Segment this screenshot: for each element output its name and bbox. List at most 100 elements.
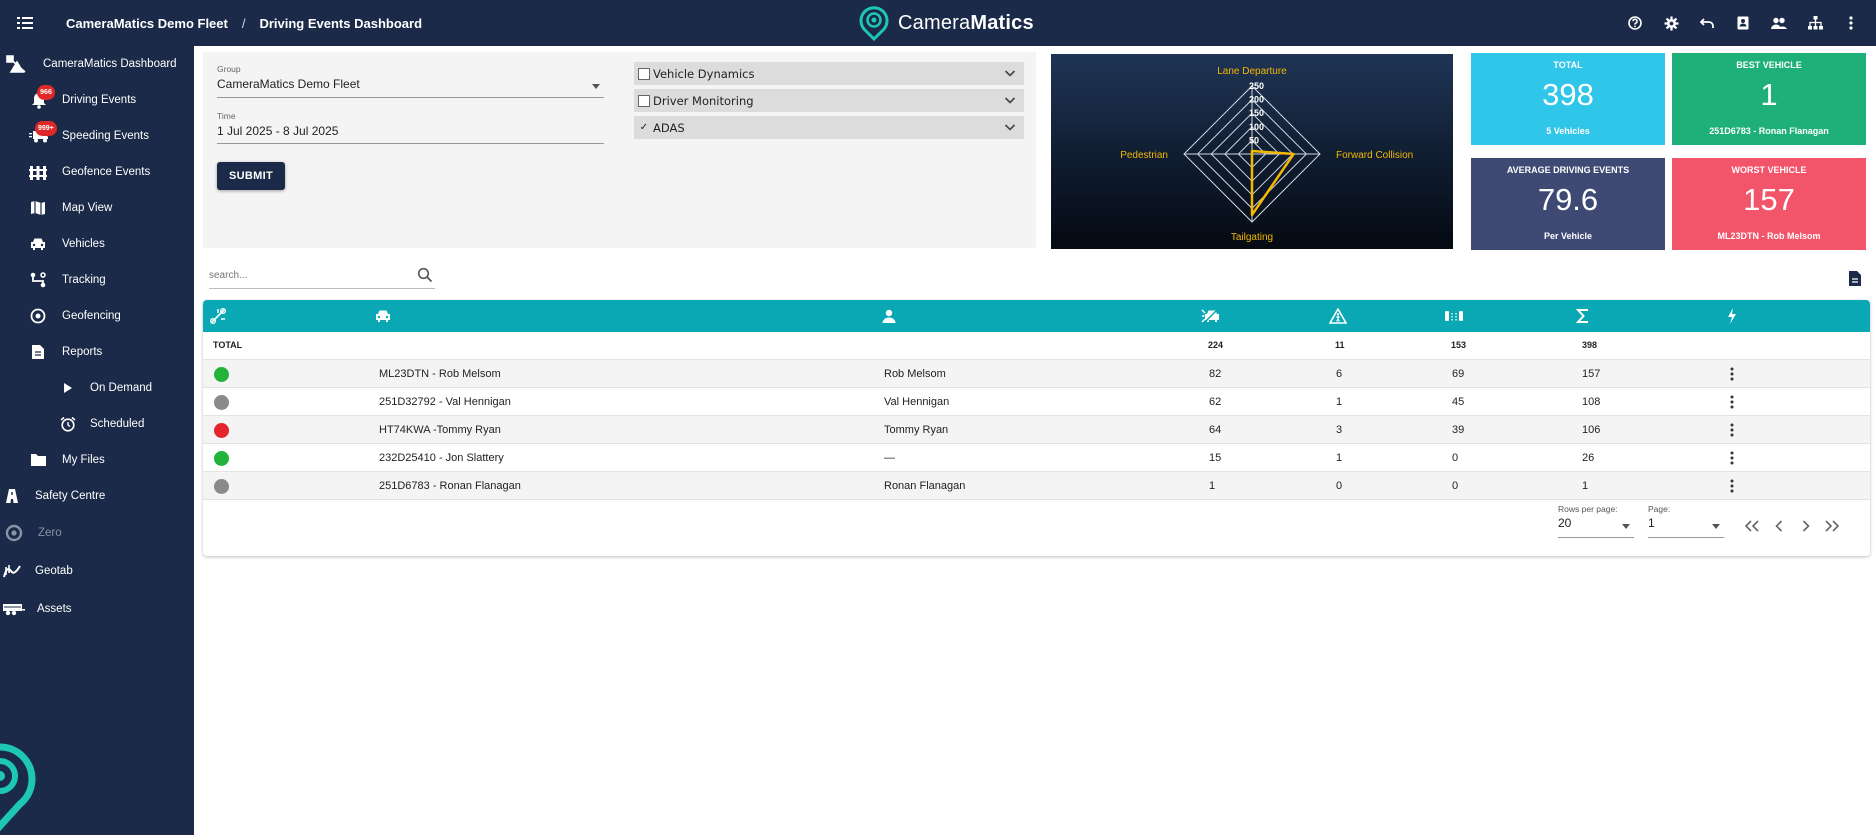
adas-checkbox[interactable]: ✓ bbox=[638, 122, 650, 134]
time-range-field[interactable]: Time 1 Jul 2025 - 8 Jul 2025 bbox=[217, 111, 604, 144]
sidebar-item-label: Geofencing bbox=[62, 310, 121, 322]
table-row[interactable]: 251D32792 - Val Hennigan Val Hennigan 62… bbox=[203, 388, 1870, 416]
group-select[interactable]: Group CameraMatics Demo Fleet bbox=[217, 64, 604, 98]
brand-name-bold: Matics bbox=[970, 11, 1034, 34]
sidebar-item-on-demand[interactable]: On Demand bbox=[0, 373, 194, 403]
lane-departure-icon[interactable] bbox=[1444, 306, 1464, 326]
row-menu-icon[interactable] bbox=[1724, 478, 1740, 494]
vehicle-cell[interactable]: HT74KWA -Tommy Ryan bbox=[379, 424, 501, 436]
forward-collision-cell: 64 bbox=[1209, 424, 1222, 436]
page-select[interactable]: Page: 1 bbox=[1648, 504, 1724, 538]
hierarchy-icon[interactable] bbox=[1800, 8, 1830, 38]
driver-cell: Val Hennigan bbox=[884, 396, 950, 408]
driver-cell: Tommy Ryan bbox=[884, 424, 949, 436]
road-icon bbox=[0, 484, 24, 508]
row-menu-icon[interactable] bbox=[1724, 450, 1740, 466]
tracking-status-icon[interactable] bbox=[208, 306, 228, 326]
driver-icon[interactable] bbox=[879, 306, 899, 326]
events-bolt-icon[interactable] bbox=[1722, 306, 1742, 326]
menu-toggle-icon[interactable] bbox=[0, 0, 50, 46]
sidebar-item-label: Assets bbox=[37, 603, 72, 615]
sidebar-item-speeding-events[interactable]: 999+ Speeding Events bbox=[0, 121, 194, 151]
export-file-icon[interactable] bbox=[1848, 270, 1862, 287]
folder-icon bbox=[26, 448, 50, 472]
table-row[interactable]: 251D6783 - Ronan Flanagan Ronan Flanagan… bbox=[203, 472, 1870, 500]
sidebar-item-my-files[interactable]: My Files bbox=[0, 445, 194, 475]
sidebar-item-assets[interactable]: Assets bbox=[0, 594, 194, 624]
radar-tick-label: 250 bbox=[1249, 81, 1264, 91]
contacts-icon[interactable] bbox=[1728, 8, 1758, 38]
group-value: CameraMatics Demo Fleet bbox=[217, 77, 360, 91]
sidebar-item-reports[interactable]: Reports bbox=[0, 337, 194, 367]
chevron-down-icon[interactable] bbox=[1004, 66, 1016, 80]
sidebar-item-zero[interactable]: Zero bbox=[0, 518, 194, 548]
submit-button[interactable]: SUBMIT bbox=[217, 162, 285, 190]
sidebar-item-tracking[interactable]: Tracking bbox=[0, 265, 194, 295]
sidebar-item-map-view[interactable]: Map View bbox=[0, 193, 194, 223]
dashboard-icon bbox=[4, 52, 28, 76]
chevron-down-icon[interactable] bbox=[1004, 93, 1016, 107]
row-menu-icon[interactable] bbox=[1724, 422, 1740, 438]
vehicle-cell[interactable]: ML23DTN - Rob Melsom bbox=[379, 368, 501, 380]
table-row[interactable]: ML23DTN - Rob Melsom Rob Melsom 82 6 69 … bbox=[203, 360, 1870, 388]
location-target-icon bbox=[26, 304, 50, 328]
sidebar-item-geotab[interactable]: Geotab bbox=[0, 556, 194, 586]
category-vehicle-dynamics[interactable]: Vehicle Dynamics bbox=[634, 62, 1024, 85]
radar-axis-label: Lane Departure bbox=[1217, 66, 1287, 77]
users-icon[interactable] bbox=[1764, 8, 1794, 38]
sidebar-item-label: Geotab bbox=[35, 565, 73, 577]
lane-departure-cell: 0 bbox=[1452, 480, 1459, 492]
radar-tick-label: 150 bbox=[1249, 108, 1264, 118]
sidebar-item-safety-centre[interactable]: Safety Centre bbox=[0, 481, 194, 511]
vehicle-cell[interactable]: 251D6783 - Ronan Flanagan bbox=[379, 480, 521, 492]
chevron-down-icon[interactable] bbox=[1004, 120, 1016, 134]
forward-collision-icon[interactable] bbox=[1201, 306, 1221, 326]
brand-logo: CameraMatics bbox=[858, 4, 1034, 42]
card-subtitle: 251D6783 - Ronan Flanagan bbox=[1709, 126, 1829, 136]
sidebar: CameraMatics Dashboard 966 Driving Event… bbox=[0, 46, 194, 835]
settings-icon[interactable] bbox=[1656, 8, 1686, 38]
sidebar-item-vehicles[interactable]: Vehicles bbox=[0, 229, 194, 259]
trailer-icon bbox=[2, 597, 26, 621]
category-adas[interactable]: ✓ ADAS bbox=[634, 116, 1024, 139]
category-driver-monitoring[interactable]: Driver Monitoring bbox=[634, 89, 1024, 112]
category-label: Vehicle Dynamics bbox=[653, 66, 755, 81]
driver-monitoring-checkbox[interactable] bbox=[638, 94, 650, 107]
status-dot bbox=[214, 395, 229, 410]
search-icon[interactable] bbox=[417, 267, 433, 283]
last-page-icon[interactable] bbox=[1822, 518, 1842, 534]
table-row[interactable]: HT74KWA -Tommy Ryan Tommy Ryan 64 3 39 1… bbox=[203, 416, 1870, 444]
map-icon bbox=[26, 196, 50, 220]
brand-name-light: Camera bbox=[898, 11, 971, 34]
sidebar-item-driving-events[interactable]: 966 Driving Events bbox=[0, 85, 194, 115]
previous-page-icon[interactable] bbox=[1769, 518, 1789, 534]
card-title: BEST VEHICLE bbox=[1736, 60, 1802, 70]
sidebar-item-geofence-events[interactable]: Geofence Events bbox=[0, 157, 194, 187]
vehicle-cell[interactable]: 232D25410 - Jon Slattery bbox=[379, 452, 504, 464]
vehicle-icon[interactable] bbox=[373, 306, 393, 326]
vehicle-dynamics-checkbox[interactable] bbox=[638, 67, 650, 80]
pedestrian-cell: 6 bbox=[1336, 368, 1343, 380]
more-vert-icon[interactable] bbox=[1836, 8, 1866, 38]
first-page-icon[interactable] bbox=[1742, 518, 1762, 534]
sum-cell: 1 bbox=[1582, 480, 1589, 492]
sidebar-item-scheduled[interactable]: Scheduled bbox=[0, 409, 194, 439]
row-menu-icon[interactable] bbox=[1724, 394, 1740, 410]
rows-per-page-select[interactable]: Rows per page: 20 bbox=[1558, 504, 1634, 538]
table-row[interactable]: 232D25410 - Jon Slattery — 15 1 0 26 bbox=[203, 444, 1870, 472]
vehicle-cell[interactable]: 251D32792 - Val Hennigan bbox=[379, 396, 511, 408]
pedestrian-cell: 3 bbox=[1336, 424, 1343, 436]
sidebar-item-geofencing[interactable]: Geofencing bbox=[0, 301, 194, 331]
row-menu-icon[interactable] bbox=[1724, 366, 1740, 382]
help-icon[interactable] bbox=[1620, 8, 1650, 38]
breadcrumb-fleet[interactable]: CameraMatics Demo Fleet bbox=[66, 16, 228, 31]
undo-icon[interactable] bbox=[1692, 8, 1722, 38]
next-page-icon[interactable] bbox=[1796, 518, 1816, 534]
search-input[interactable] bbox=[209, 270, 409, 281]
card-subtitle: 5 Vehicles bbox=[1546, 126, 1590, 136]
sum-icon[interactable] bbox=[1573, 306, 1593, 326]
sidebar-item-label: Scheduled bbox=[90, 418, 145, 430]
sidebar-item-cameramatics-dashboard[interactable]: CameraMatics Dashboard bbox=[0, 49, 194, 79]
fence-icon bbox=[26, 160, 50, 184]
pedestrian-warning-icon[interactable] bbox=[1328, 306, 1348, 326]
